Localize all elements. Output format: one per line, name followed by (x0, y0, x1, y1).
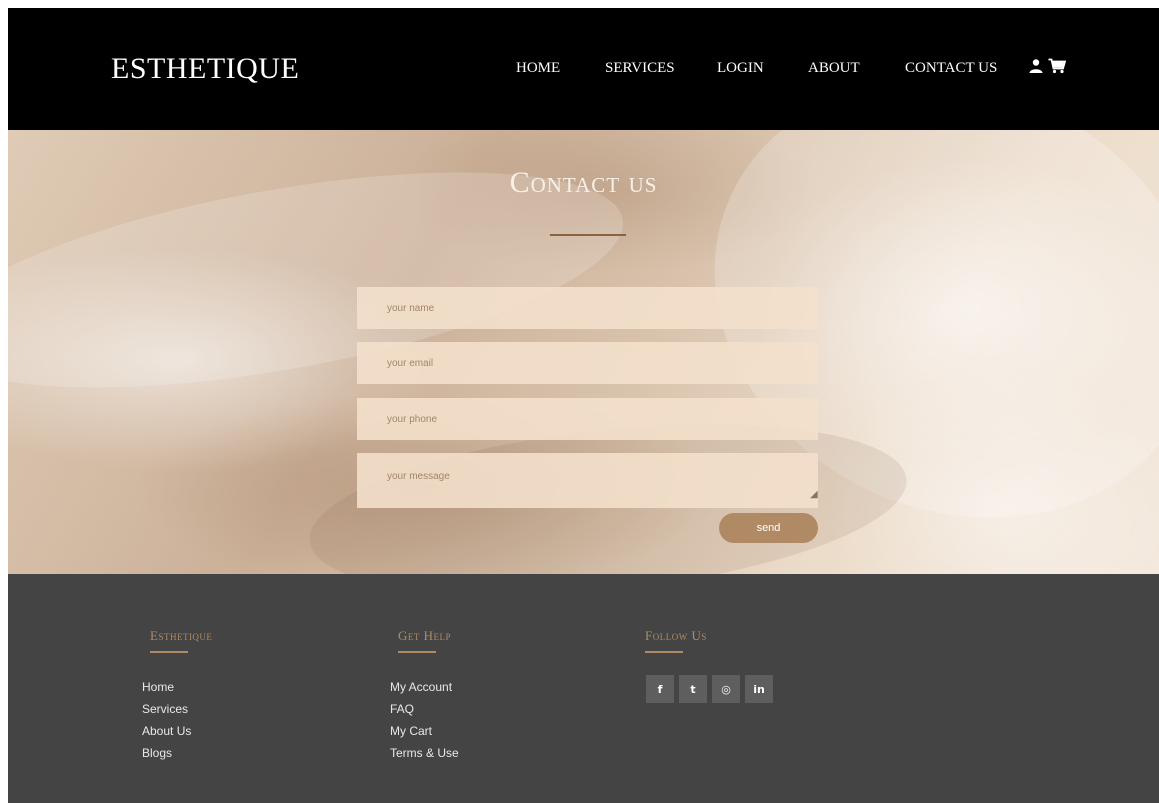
footer-link-blogs[interactable]: Blogs (142, 746, 172, 760)
facebook-icon[interactable]: f (646, 675, 674, 703)
footer-heading-underline (398, 651, 436, 653)
cart-icon[interactable] (1048, 58, 1066, 74)
name-field[interactable] (357, 287, 818, 329)
brand-logo[interactable]: ESTHETIQUE (111, 52, 299, 86)
footer-heading-get-help: Get Help (398, 628, 452, 643)
footer-heading-underline (645, 651, 683, 653)
footer-link-faq[interactable]: FAQ (390, 702, 414, 716)
facebook-glyph: f (657, 682, 663, 696)
nav-home[interactable]: HOME (516, 60, 560, 77)
footer-link-terms-use[interactable]: Terms & Use (390, 746, 459, 760)
linkedin-icon[interactable]: in (745, 675, 773, 703)
user-icon[interactable] (1028, 58, 1044, 74)
footer-link-services[interactable]: Services (142, 702, 188, 716)
contact-hero: Contact us ◢ send (8, 130, 1159, 574)
nav-icons (1028, 58, 1066, 74)
instagram-glyph: ◎ (721, 682, 731, 696)
footer-link-my-account[interactable]: My Account (390, 680, 452, 694)
nav-contact-us[interactable]: CONTACT US (905, 60, 997, 77)
instagram-icon[interactable]: ◎ (712, 675, 740, 703)
send-button[interactable]: send (719, 513, 818, 543)
message-field[interactable] (357, 453, 818, 508)
footer-heading-esthetique: Esthetique (150, 628, 213, 643)
phone-field[interactable] (357, 398, 818, 440)
footer-link-home[interactable]: Home (142, 680, 174, 694)
footer-heading-underline (150, 651, 188, 653)
site-footer: Esthetique Home Services About Us Blogs … (8, 574, 1159, 803)
footer-heading-follow-us: Follow Us (645, 628, 707, 643)
nav-about[interactable]: ABOUT (808, 60, 860, 77)
footer-link-my-cart[interactable]: My Cart (390, 724, 432, 738)
site-header: ESTHETIQUE HOME SERVICES LOGIN ABOUT CON… (8, 8, 1159, 130)
page-title: Contact us (509, 166, 658, 199)
nav-login[interactable]: LOGIN (717, 60, 764, 77)
resize-handle-icon[interactable]: ◢ (810, 489, 818, 500)
twitter-glyph: t (690, 682, 696, 696)
nav-services[interactable]: SERVICES (605, 60, 675, 77)
email-field[interactable] (357, 342, 818, 384)
twitter-icon[interactable]: t (679, 675, 707, 703)
linkedin-glyph: in (753, 682, 765, 696)
page: ESTHETIQUE HOME SERVICES LOGIN ABOUT CON… (8, 8, 1159, 803)
title-underline (550, 234, 626, 236)
footer-link-about-us[interactable]: About Us (142, 724, 191, 738)
